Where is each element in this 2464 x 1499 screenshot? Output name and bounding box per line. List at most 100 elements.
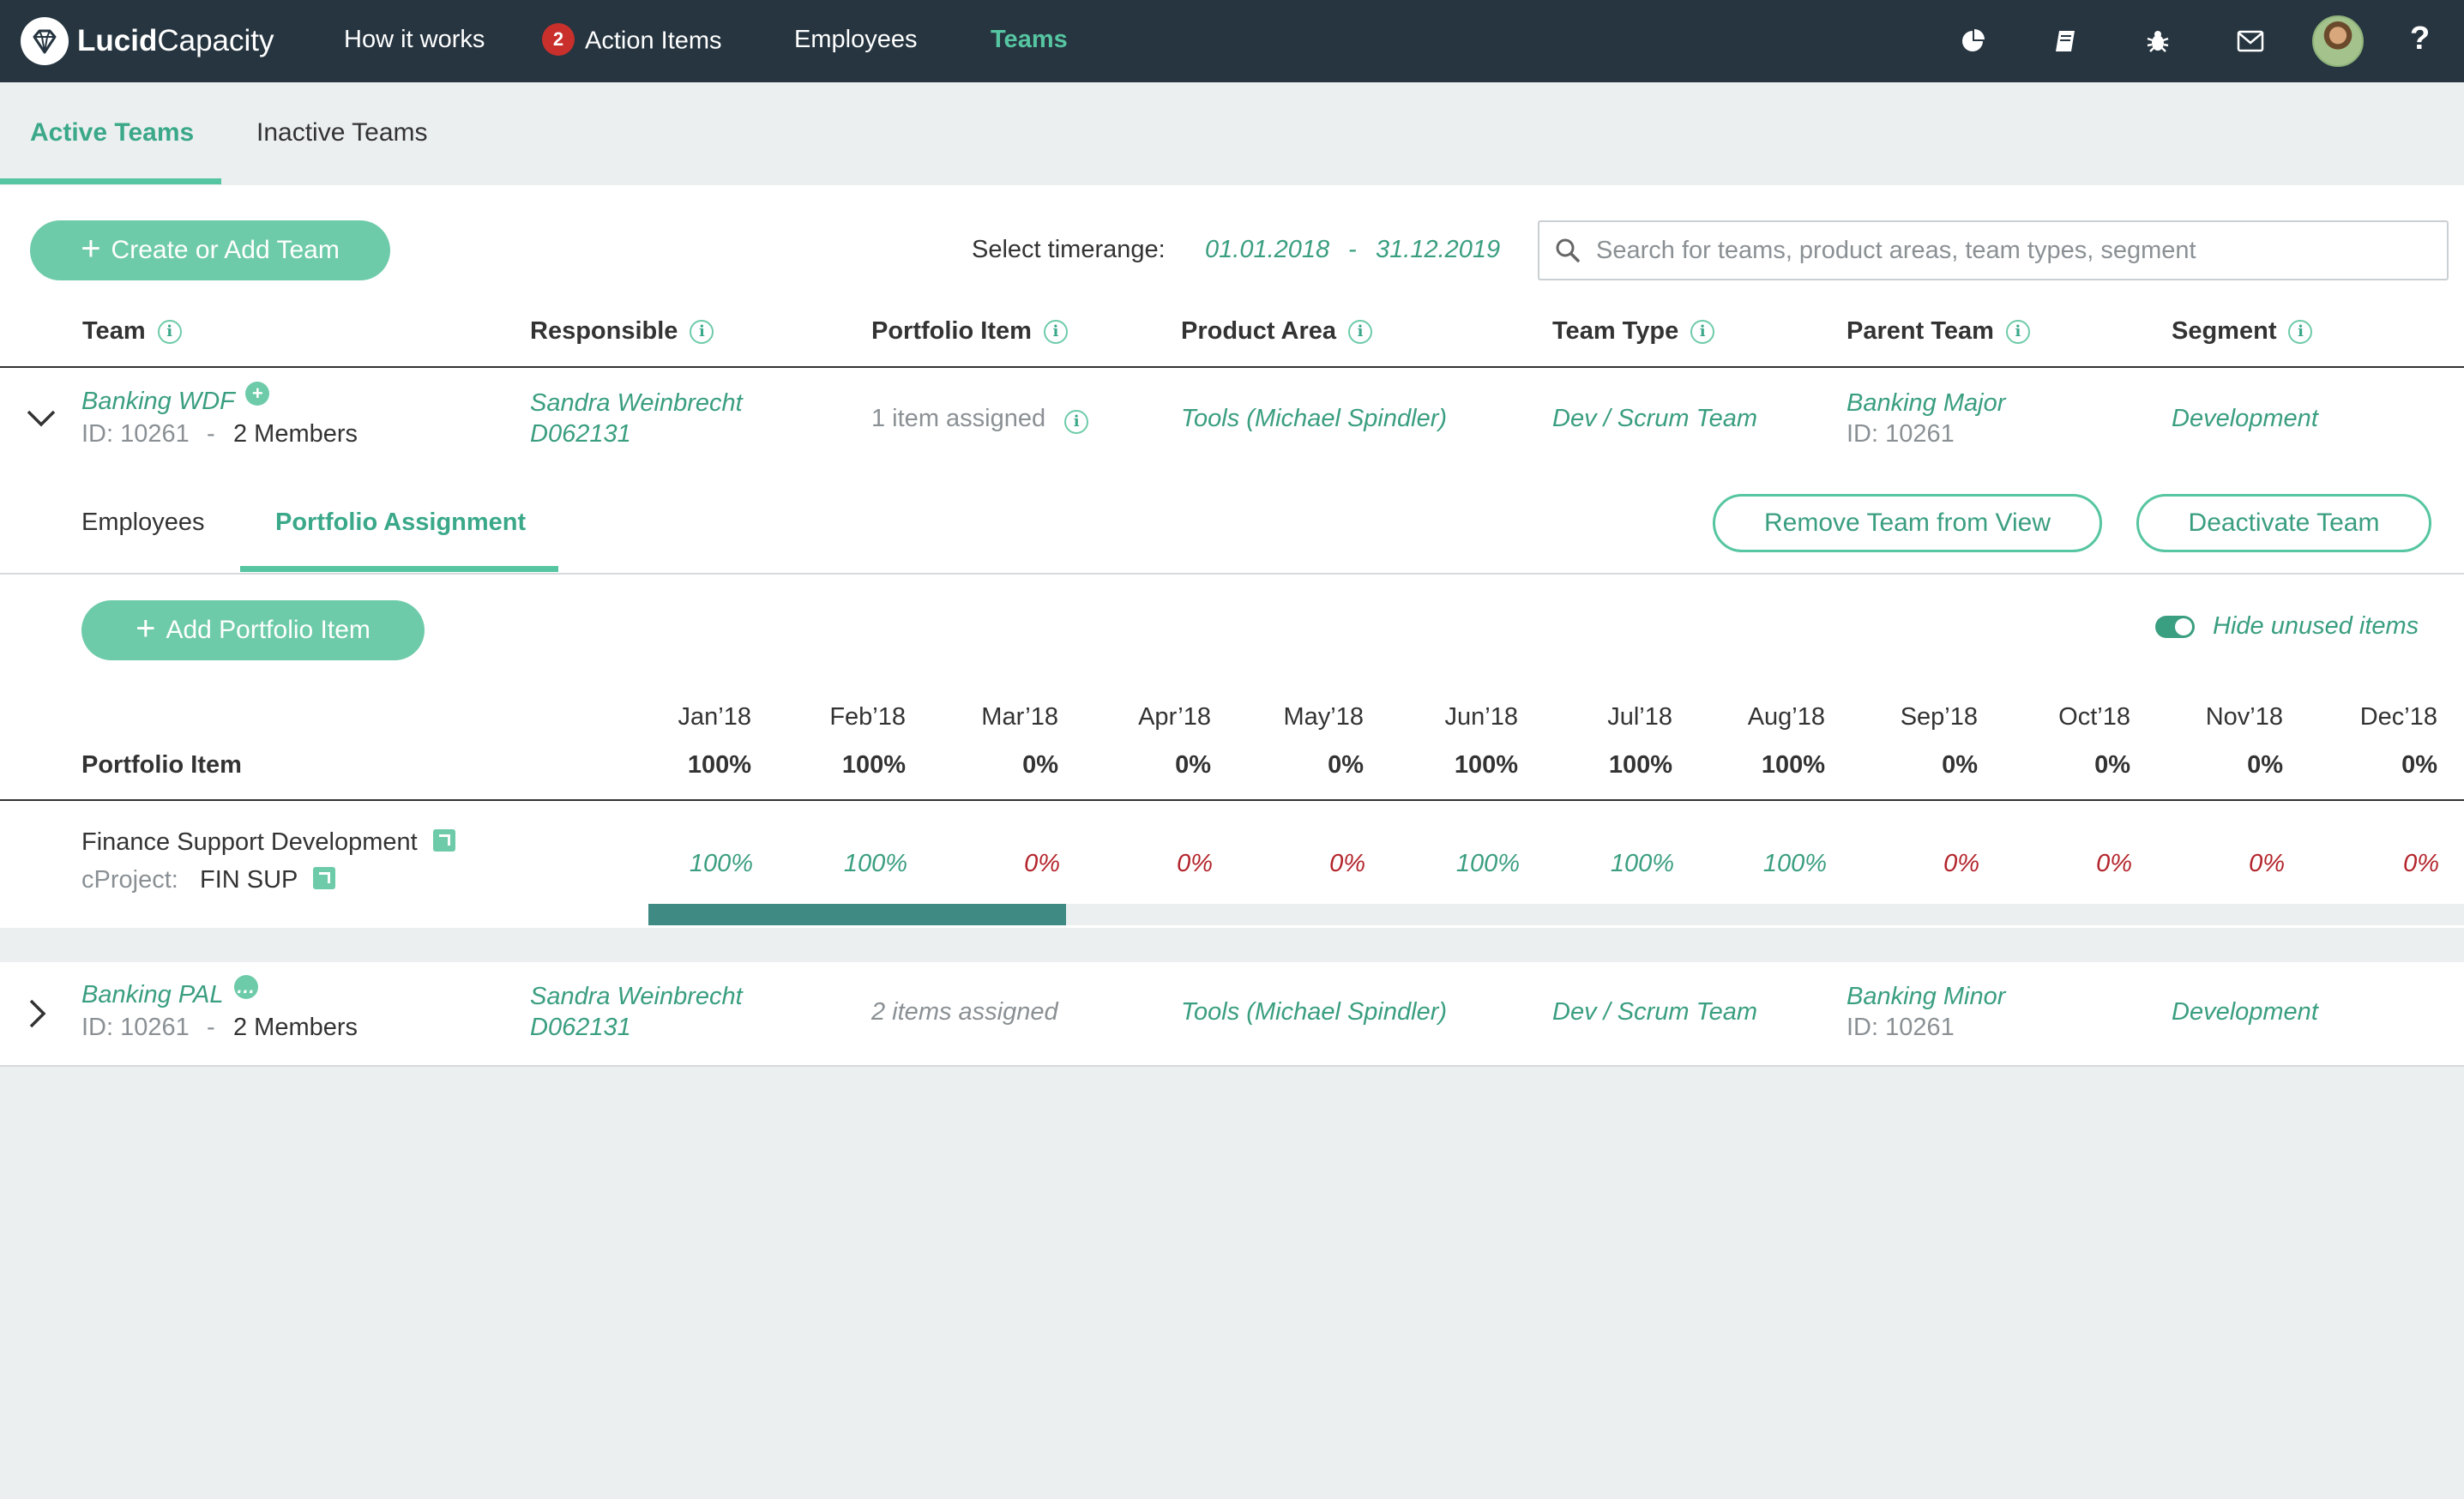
info-icon[interactable]: i [157,319,182,344]
tab-employees[interactable]: Employees [81,509,204,537]
project-code[interactable]: FIN SUP [200,866,336,894]
header-divider [0,366,2464,368]
allocation-value[interactable]: 100% [1563,850,1674,878]
search-input[interactable] [1596,229,2437,272]
table-bottom-divider [0,1065,2464,1067]
nav-teams[interactable]: Teams [991,26,1068,54]
team-name[interactable]: Banking WDF + [81,382,269,416]
add-circle-icon[interactable]: + [244,382,269,406]
month-total: 0% [1022,751,1058,779]
allocation-value[interactable]: 0% [2173,850,2285,878]
chevron-right-icon[interactable] [27,998,46,1033]
team-members[interactable]: 2 Members [233,1014,358,1042]
external-link-icon[interactable] [432,829,455,852]
column-responsible[interactable]: Responsible i [530,317,714,346]
nav-action-items[interactable]: 2 Action Items [542,23,722,58]
column-segment[interactable]: Segment i [2172,317,2313,346]
date-to[interactable]: 31.12.2019 [1376,236,1500,264]
team-type[interactable]: Dev / Scrum Team [1552,405,1757,433]
allocation-value[interactable]: 0% [1868,850,1979,878]
allocation-value[interactable]: 0% [1101,850,1213,878]
tab-active-teams[interactable]: Active Teams [30,118,194,147]
info-icon[interactable]: i [1043,319,1068,344]
allocation-value[interactable]: 100% [1715,850,1827,878]
month-header: Jun’18 [1444,703,1518,731]
allocation-value[interactable]: 100% [642,850,753,878]
month-header: Feb’18 [829,703,906,731]
search-box [1538,220,2449,280]
allocation-value[interactable]: 100% [1408,850,1520,878]
comment-icon[interactable]: … [233,975,258,1000]
segment[interactable]: Development [2172,405,2318,433]
mail-icon[interactable] [2233,24,2268,58]
month-total: 0% [2247,751,2283,779]
create-team-button[interactable]: + Create or Add Team [30,220,390,280]
project-label: cProject: [81,866,178,894]
info-icon[interactable]: i [2005,319,2030,344]
tab-inactive-teams[interactable]: Inactive Teams [256,118,428,147]
month-total: 100% [841,751,906,779]
app-logo[interactable]: LucidCapacity [21,15,274,67]
team-type[interactable]: Dev / Scrum Team [1552,998,1757,1026]
parent-team-name[interactable]: Banking Major [1846,389,2005,418]
responsible-id: D062131 [530,1014,631,1041]
id-separator: - [207,420,215,448]
allocation-value[interactable]: 0% [2021,850,2132,878]
help-icon[interactable]: ? [2410,21,2430,57]
info-icon[interactable]: i [690,319,714,344]
allocation-header-divider [0,799,2464,801]
responsible-name[interactable]: Sandra Weinbrecht [530,389,743,418]
pie-chart-icon[interactable] [1955,24,1990,58]
row-gap [0,928,2464,962]
allocation-value[interactable]: 0% [949,850,1060,878]
remove-team-button[interactable]: Remove Team from View [1713,494,2102,552]
segment[interactable]: Development [2172,998,2318,1026]
info-icon[interactable]: i [1064,410,1089,434]
product-area[interactable]: Tools (Michael Spindler) [1181,405,1447,433]
book-icon[interactable] [2048,24,2082,58]
product-area[interactable]: Tools (Michael Spindler) [1181,998,1447,1026]
column-team[interactable]: Team i [82,317,182,346]
column-portfolio-item[interactable]: Portfolio Item i [871,317,1068,346]
team-members[interactable]: 2 Members [233,420,358,448]
info-icon[interactable]: i [1690,319,1715,344]
month-total: 0% [2401,751,2437,779]
team-name[interactable]: Banking PAL… [81,975,258,1009]
parent-team-name[interactable]: Banking Minor [1846,983,2005,1011]
portfolio-item-name[interactable]: Finance Support Development [81,828,455,857]
column-team-type[interactable]: Team Type i [1552,317,1715,346]
allocation-value[interactable]: 0% [1254,850,1365,878]
allocation-value[interactable]: 0% [2328,850,2439,878]
nav-employees[interactable]: Employees [794,26,917,54]
add-portfolio-item-button[interactable]: + Add Portfolio Item [81,600,425,660]
month-total: 0% [1942,751,1978,779]
date-from[interactable]: 01.01.2018 [1205,236,1329,264]
responsible-name[interactable]: Sandra Weinbrecht [530,983,743,1011]
hide-unused-label[interactable]: Hide unused items [2213,612,2419,641]
inner-tab-indicator [240,566,558,572]
column-product-area[interactable]: Product Area i [1181,317,1373,346]
active-tab-indicator [0,178,221,184]
info-icon[interactable]: i [1348,319,1373,344]
deactivate-team-button[interactable]: Deactivate Team [2136,494,2431,552]
allocation-value[interactable]: 100% [796,850,907,878]
external-link-icon[interactable] [313,867,336,890]
month-header: Jan’18 [678,703,751,731]
hide-unused-toggle[interactable] [2155,616,2195,638]
chevron-down-icon[interactable] [26,408,57,433]
column-parent-team[interactable]: Parent Team i [1846,317,2030,346]
nav-how-it-works[interactable]: How it works [344,26,485,54]
month-header: Sep’18 [1900,703,1978,731]
month-header: Dec’18 [2359,703,2437,731]
info-icon[interactable]: i [2288,319,2313,344]
responsible-id: D062131 [530,420,631,448]
team-id: ID: 10261 [81,1014,190,1041]
allocation-bar-fill [648,904,1066,925]
month-total: 0% [1175,751,1211,779]
search-icon [1555,238,1581,268]
portfolio-count: 2 items assigned [871,998,1058,1026]
month-header: Mar’18 [981,703,1058,731]
bug-icon[interactable] [2141,24,2175,58]
avatar[interactable] [2312,15,2364,67]
tab-portfolio-assignment[interactable]: Portfolio Assignment [275,509,526,537]
